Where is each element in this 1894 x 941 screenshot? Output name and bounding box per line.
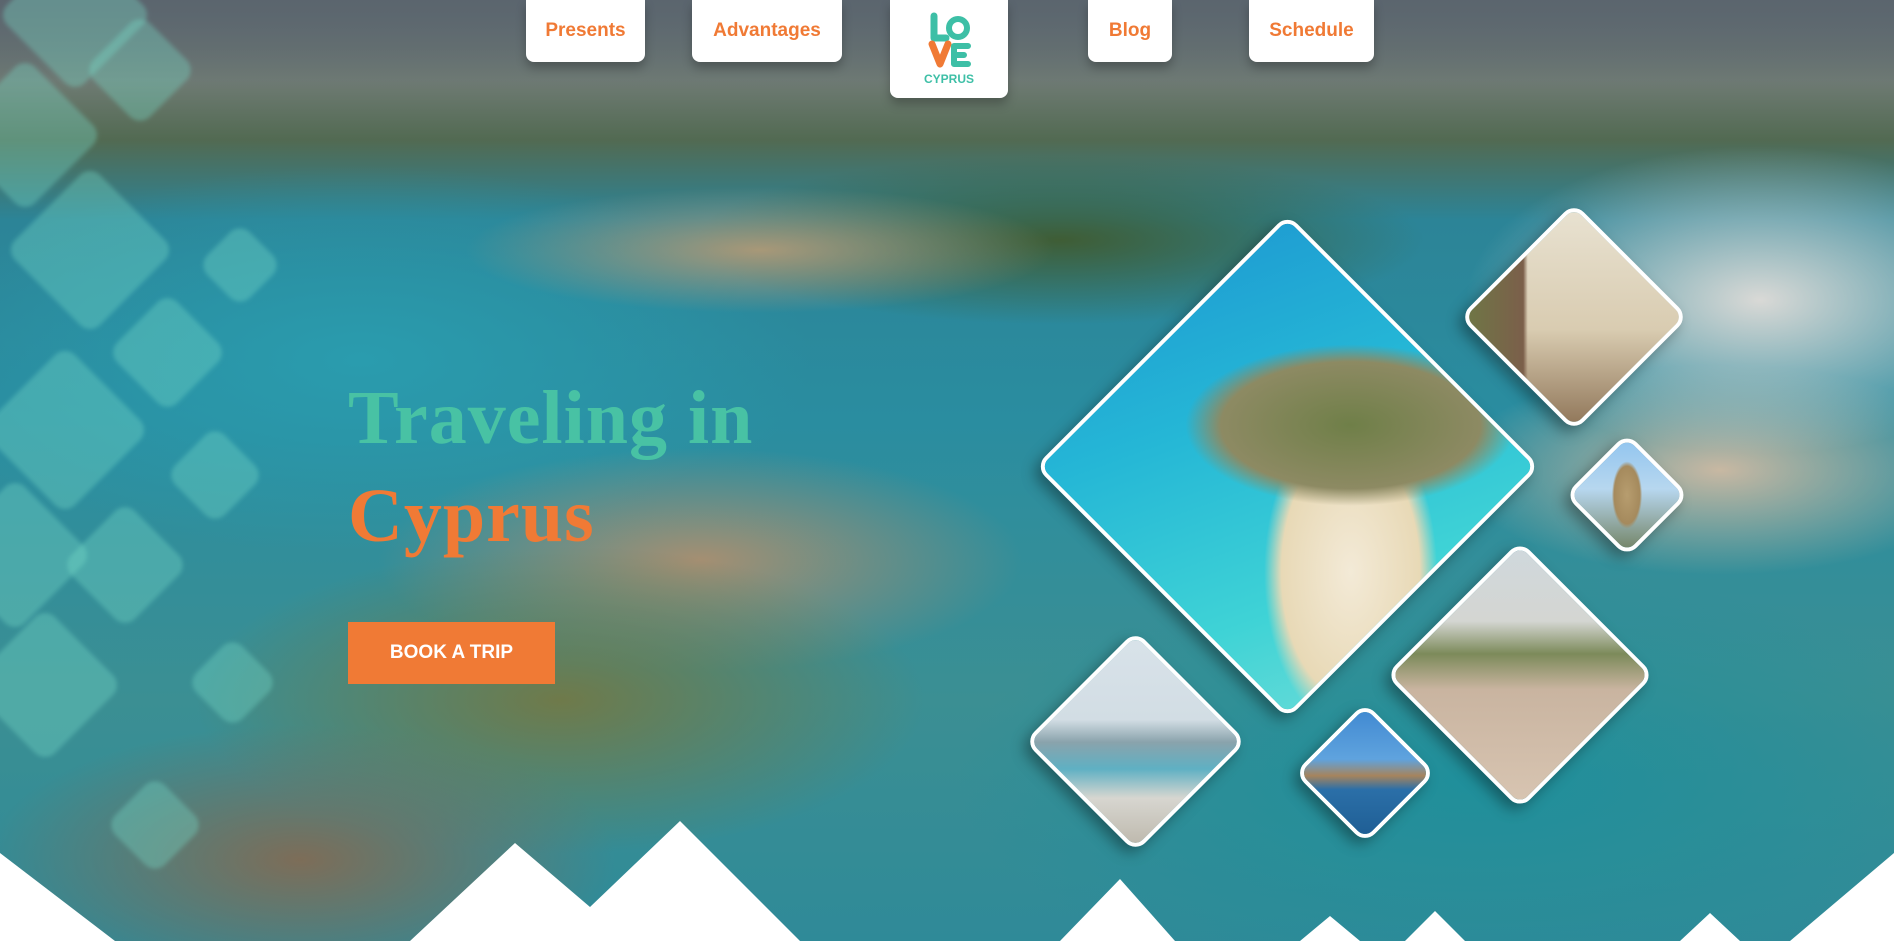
hero-title-line1: Traveling in — [348, 376, 754, 460]
nav-presents[interactable]: Presents — [526, 0, 645, 62]
love-logo-icon — [928, 12, 971, 68]
hero-title-line2: Cyprus — [348, 474, 595, 558]
decorative-diamond — [197, 222, 283, 308]
decorative-diamond — [61, 501, 189, 629]
decorative-diamond — [186, 636, 279, 729]
decorative-diamond — [165, 425, 265, 525]
nav-schedule[interactable]: Schedule — [1249, 0, 1374, 62]
nav-blog[interactable]: Blog — [1088, 0, 1172, 62]
nav-blog-label: Blog — [1108, 20, 1152, 41]
logo-wordmark: CYPRUS — [923, 72, 974, 86]
zigzag-mountain-divider — [0, 821, 1894, 941]
nav-advantages[interactable]: Advantages — [692, 0, 842, 62]
nav-schedule-label: Schedule — [1269, 20, 1354, 41]
site-logo[interactable]: CYPRUS — [890, 0, 1008, 98]
decorative-diamond — [0, 607, 123, 763]
nav-advantages-label: Advantages — [713, 20, 821, 41]
nav-presents-label: Presents — [545, 20, 626, 41]
book-trip-button[interactable]: BOOK A TRIP — [348, 622, 555, 684]
decorative-diamond — [107, 292, 228, 413]
